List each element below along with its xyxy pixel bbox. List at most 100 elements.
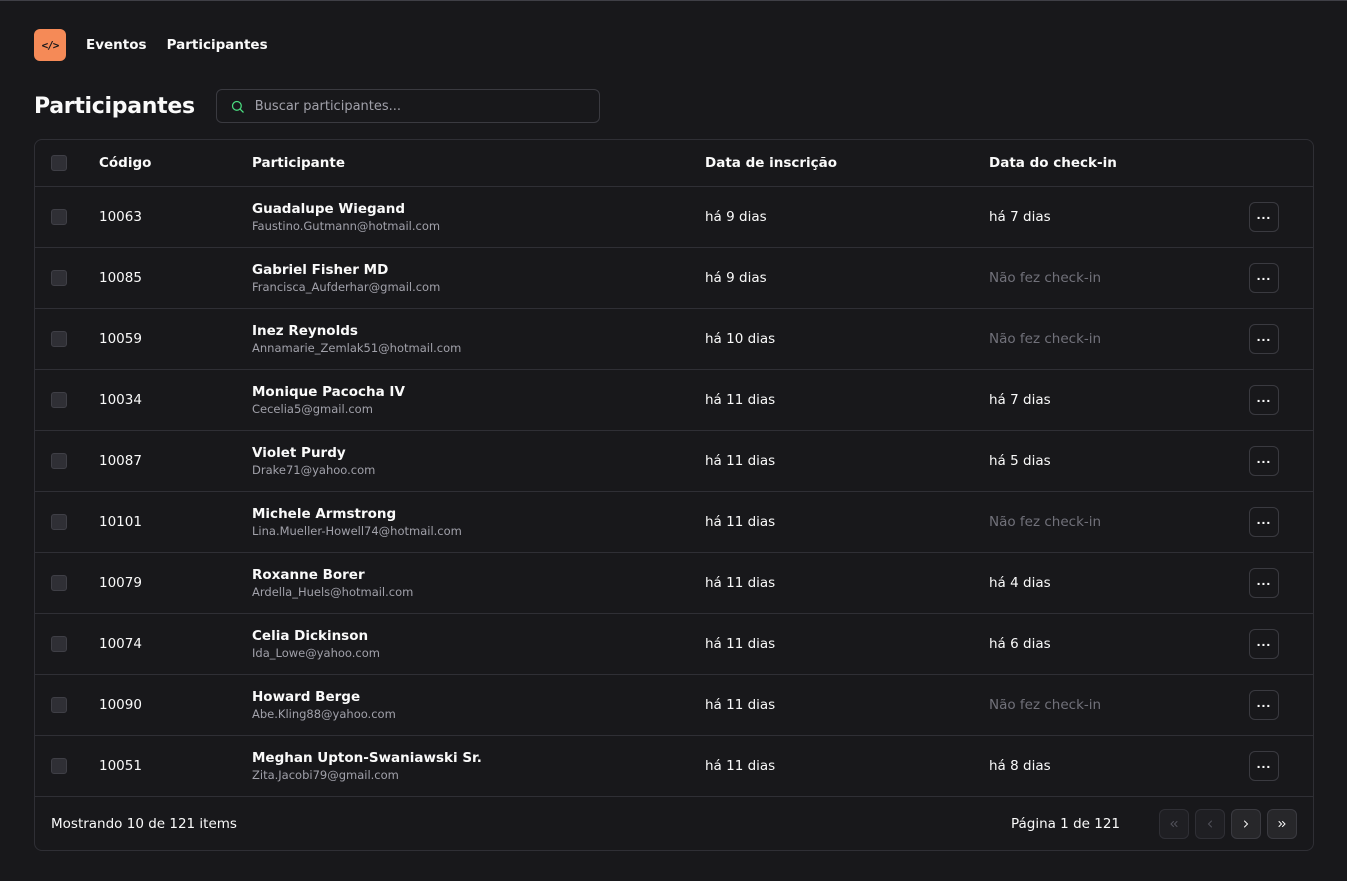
checkin-date: há 6 dias <box>989 635 1051 652</box>
row-checkbox[interactable] <box>51 208 67 225</box>
row-checkbox[interactable] <box>51 574 67 591</box>
items-count: Mostrando 10 de 121 items <box>51 815 237 832</box>
more-horizontal-icon[interactable]: ... <box>1249 750 1279 781</box>
participant-name: Inez Reynolds <box>252 322 358 339</box>
search-input[interactable] <box>254 98 575 114</box>
nav-item-eventos[interactable]: Eventos <box>86 37 147 53</box>
participant-email: Ardella_Huels@hotmail.com <box>252 584 414 599</box>
more-horizontal-icon[interactable]: ... <box>1249 689 1279 720</box>
checkin-date: há 8 dias <box>989 757 1051 774</box>
participant-name: Violet Purdy <box>252 444 346 461</box>
participant-email: Zita.Jacobi79@gmail.com <box>252 767 399 782</box>
participant-email: Annamarie_Zemlak51@hotmail.com <box>252 340 462 355</box>
participant-code: 10079 <box>99 574 142 591</box>
participant-email: Francisca_Aufderhar@gmail.com <box>252 279 441 294</box>
checkin-date: Não fez check-in <box>989 696 1102 713</box>
participant-email: Drake71@yahoo.com <box>252 462 376 477</box>
participant-name: Michele Armstrong <box>252 505 397 522</box>
participant-code: 10051 <box>99 757 142 774</box>
nav-item-participantes[interactable]: Participantes <box>167 37 268 53</box>
registration-date: há 11 dias <box>705 757 776 774</box>
table-row: 10059 Inez Reynolds Annamarie_Zemlak51@hot… <box>35 308 1313 369</box>
checkin-date: Não fez check-in <box>989 330 1102 347</box>
chevron-left-icon[interactable] <box>1195 808 1225 839</box>
table-header-row: Código Participante Data de inscrição Da… <box>35 140 1313 186</box>
table-row: 10090 Howard Berge Abe.Kling88@yahoo.com há… <box>35 674 1313 735</box>
checkin-date: Não fez check-in <box>989 269 1102 286</box>
table-footer: Mostrando 10 de 121 items Página 1 de 12… <box>35 797 1313 851</box>
participant-email: Ida_Lowe@yahoo.com <box>252 645 380 660</box>
chevrons-right-icon[interactable] <box>1267 808 1297 839</box>
checkin-date: há 7 dias <box>989 391 1051 408</box>
participant-code: 10085 <box>99 269 142 286</box>
column-header-participant: Participante <box>252 154 346 171</box>
registration-date: há 11 dias <box>705 391 776 408</box>
registration-date: há 11 dias <box>705 452 776 469</box>
table-row: 10101 Michele Armstrong Lina.Mueller-Howel… <box>35 491 1313 552</box>
row-checkbox[interactable] <box>51 391 67 408</box>
chevron-right-icon[interactable] <box>1231 808 1261 839</box>
page-title: Participantes <box>34 93 195 119</box>
participant-code: 10090 <box>99 696 142 713</box>
more-horizontal-icon[interactable]: ... <box>1249 506 1279 537</box>
registration-date: há 9 dias <box>705 208 767 225</box>
participant-name: Roxanne Borer <box>252 566 365 583</box>
row-checkbox[interactable] <box>51 513 67 530</box>
participant-name: Guadalupe Wiegand <box>252 200 406 217</box>
row-checkbox[interactable] <box>51 452 67 469</box>
select-all-checkbox[interactable] <box>51 154 67 171</box>
more-horizontal-icon[interactable]: ... <box>1249 445 1279 476</box>
search-icon <box>231 100 244 113</box>
more-horizontal-icon[interactable]: ... <box>1249 323 1279 354</box>
registration-date: há 11 dias <box>705 635 776 652</box>
column-header-checkin-date: Data do check-in <box>989 154 1117 171</box>
participant-name: Monique Pacocha IV <box>252 383 405 400</box>
page-indicator: Página 1 de 121 <box>1010 815 1120 832</box>
participant-name: Celia Dickinson <box>252 627 369 644</box>
more-horizontal-icon[interactable]: ... <box>1249 567 1279 598</box>
registration-date: há 11 dias <box>705 574 776 591</box>
participant-email: Abe.Kling88@yahoo.com <box>252 706 396 721</box>
checkin-date: há 7 dias <box>989 208 1051 225</box>
table-row: 10034 Monique Pacocha IV Cecelia5@gmail.co… <box>35 369 1313 430</box>
participant-email: Lina.Mueller-Howell74@hotmail.com <box>252 523 462 538</box>
table-row: 10051 Meghan Upton-Swaniawski Sr. Zita.Jac… <box>35 735 1313 796</box>
table-row: 10074 Celia Dickinson Ida_Lowe@yahoo.com há… <box>35 613 1313 674</box>
search-box[interactable] <box>215 89 600 123</box>
code-brackets-icon[interactable]: </> <box>34 29 66 61</box>
participant-code: 10101 <box>99 513 142 530</box>
participant-code: 10074 <box>99 635 142 652</box>
participant-name: Gabriel Fisher MD <box>252 261 389 278</box>
row-checkbox[interactable] <box>51 635 67 652</box>
checkin-date: há 5 dias <box>989 452 1051 469</box>
participant-name: Meghan Upton-Swaniawski Sr. <box>252 749 482 766</box>
more-horizontal-icon[interactable]: ... <box>1249 201 1279 232</box>
registration-date: há 10 dias <box>705 330 776 347</box>
participants-table-container: Código Participante Data de inscrição Da… <box>34 139 1314 851</box>
column-header-code: Código <box>99 154 152 171</box>
participant-email: Cecelia5@gmail.com <box>252 401 373 416</box>
table-row: 10085 Gabriel Fisher MD Francisca_Aufderha… <box>35 247 1313 308</box>
registration-date: há 9 dias <box>705 269 767 286</box>
more-horizontal-icon[interactable]: ... <box>1249 628 1279 659</box>
participant-code: 10063 <box>99 208 142 225</box>
row-checkbox[interactable] <box>51 757 67 774</box>
title-row: Participantes <box>34 89 1314 123</box>
registration-date: há 11 dias <box>705 696 776 713</box>
more-horizontal-icon[interactable]: ... <box>1249 262 1279 293</box>
participant-code: 10059 <box>99 330 142 347</box>
checkin-date: há 4 dias <box>989 574 1051 591</box>
participant-email: Faustino.Gutmann@hotmail.com <box>252 218 441 233</box>
row-checkbox[interactable] <box>51 269 67 286</box>
participant-name: Howard Berge <box>252 688 361 705</box>
page: </> Eventos Participantes Participantes … <box>34 28 1314 851</box>
row-checkbox[interactable] <box>51 330 67 347</box>
participant-code: 10034 <box>99 391 142 408</box>
chevrons-left-icon[interactable] <box>1159 808 1189 839</box>
more-horizontal-icon[interactable]: ... <box>1249 384 1279 415</box>
logo-text: </> <box>41 38 60 52</box>
table-row: 10063 Guadalupe Wiegand Faustino.Gutmann@h… <box>35 186 1313 247</box>
table-row: 10087 Violet Purdy Drake71@yahoo.com há 11 … <box>35 430 1313 491</box>
participant-code: 10087 <box>99 452 142 469</box>
row-checkbox[interactable] <box>51 696 67 713</box>
